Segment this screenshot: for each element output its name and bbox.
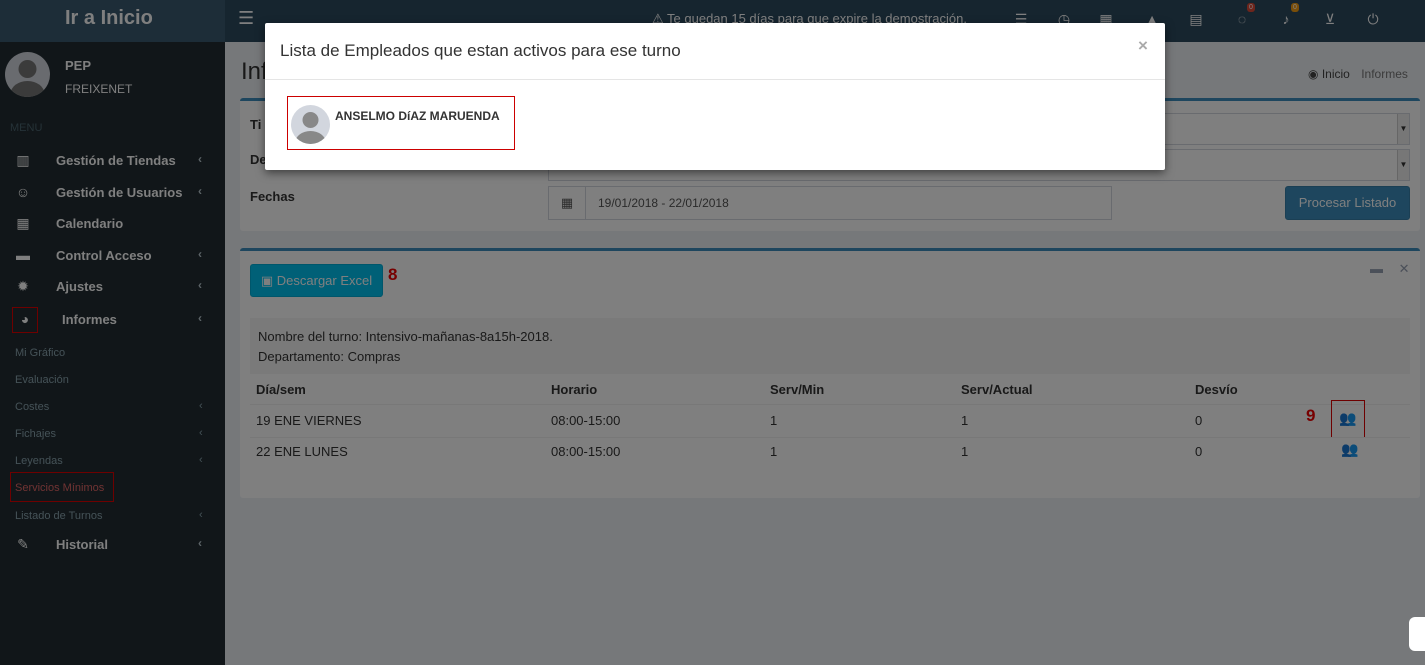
user-silhouette-icon — [295, 112, 326, 144]
modal-header-divider — [265, 79, 1165, 80]
employee-name: ANSELMO DíAZ MARUENDA — [335, 109, 500, 123]
teamviewer-icon[interactable] — [1409, 617, 1425, 651]
employees-modal: Lista de Empleados que estan activos par… — [265, 23, 1165, 170]
employee-card[interactable]: ANSELMO DíAZ MARUENDA — [287, 96, 515, 150]
close-icon[interactable]: × — [1138, 36, 1148, 56]
avatar — [291, 105, 330, 144]
modal-title: Lista de Empleados que estan activos par… — [280, 41, 681, 60]
